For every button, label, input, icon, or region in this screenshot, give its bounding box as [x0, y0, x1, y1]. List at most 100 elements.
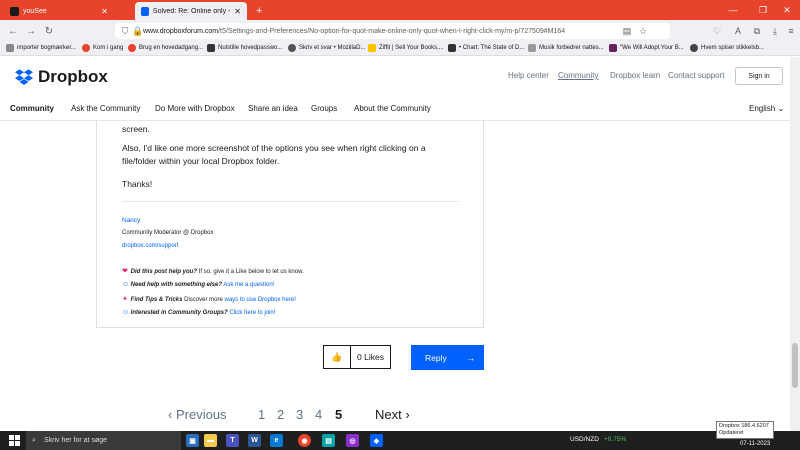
bookmark-star-icon[interactable]: ☆	[638, 26, 648, 36]
scrollbar-thumb[interactable]	[792, 343, 798, 388]
forward-icon[interactable]: →	[22, 26, 40, 37]
web-page: Dropbox Help center Community Dropbox le…	[0, 57, 790, 432]
nav-do-more[interactable]: Do More with Dropbox	[155, 104, 235, 113]
app-icon[interactable]: ◎	[346, 434, 359, 447]
page-4-link[interactable]: 4	[315, 407, 322, 422]
nav-community[interactable]: Community	[10, 104, 54, 113]
dropbox-taskbar-icon[interactable]: ◆	[370, 434, 383, 447]
lock-icon[interactable]: 🔒	[132, 26, 143, 36]
chevron-down-icon: ⌄	[777, 104, 785, 113]
next-page-button[interactable]: Next ›	[375, 407, 410, 422]
nav-about-community[interactable]: About the Community	[354, 104, 431, 113]
bookmark-item[interactable]: • Chart: The State of D...	[448, 44, 524, 52]
page-icon	[609, 44, 617, 52]
chart-icon	[448, 44, 456, 52]
tab-title: youSee	[23, 7, 47, 15]
nav-groups[interactable]: Groups	[311, 104, 337, 113]
tab-yousee[interactable]: youSee ✕	[4, 2, 114, 20]
bookmark-item[interactable]: "We Will Adopt Your B...	[609, 44, 684, 52]
downloads-icon[interactable]: ⤓	[770, 26, 780, 36]
account-icon[interactable]: A	[733, 26, 743, 36]
close-tab-icon[interactable]: ✕	[234, 7, 241, 16]
sign-in-button[interactable]: Sign in	[735, 67, 783, 85]
bookmark-item[interactable]: Musik forbedrer nattes...	[528, 44, 604, 52]
task-view-icon[interactable]: ▣	[186, 434, 199, 447]
join-groups-link[interactable]: Click here to join!	[229, 310, 275, 316]
shield-icon[interactable]: ⛉	[120, 26, 130, 36]
tab-dropbox-forum[interactable]: Solved: Re: Online only - where ✕	[135, 2, 247, 20]
brand-name: Dropbox	[38, 67, 108, 86]
new-tab-button[interactable]: +	[250, 2, 268, 20]
page-icon	[207, 44, 215, 52]
windows-start-icon[interactable]	[9, 435, 20, 446]
browser-tab-bar: youSee ✕ Solved: Re: Online only - where…	[0, 0, 800, 20]
teams-icon[interactable]: T	[226, 434, 239, 447]
chevron-right-icon: ›	[405, 407, 410, 422]
ziffit-icon	[368, 44, 376, 52]
bookmark-item[interactable]: Hvem spiser stikkelsb...	[690, 44, 764, 52]
heart-icon: ❤	[122, 268, 128, 275]
page-icon	[690, 44, 698, 52]
nav-share-an-idea[interactable]: Share an idea	[248, 104, 298, 113]
post-text-line: Also, I'd like one more screenshot of th…	[122, 143, 426, 153]
search-icon: ⌕	[32, 436, 36, 444]
page-5-current[interactable]: 5	[335, 407, 342, 422]
url-path: /t5/Settings-and-Preferences/No-option-f…	[218, 27, 566, 35]
app-icon[interactable]: ▤	[322, 434, 335, 447]
page-2-link[interactable]: 2	[277, 407, 284, 422]
dropbox-logo[interactable]: Dropbox	[15, 67, 108, 87]
bookmark-item[interactable]: Nulstille hovedpasswo...	[207, 44, 282, 52]
dropbox-logo-icon	[15, 69, 33, 85]
reload-icon[interactable]: ↻	[40, 26, 58, 37]
edge-icon[interactable]: e	[270, 434, 283, 447]
reader-view-icon[interactable]: ▤	[622, 26, 632, 36]
close-tab-icon[interactable]: ✕	[101, 7, 108, 16]
firefox-icon[interactable]: ◉	[298, 434, 311, 447]
back-icon[interactable]: ←	[4, 26, 22, 37]
signature-line: ☺ Need help with something else? Ask me …	[122, 281, 275, 288]
taskbar-search-input[interactable]: ⌕ Skriv her for at søge	[26, 431, 181, 450]
language-selector[interactable]: English ⌄	[749, 104, 784, 113]
tips-link[interactable]: ways to use Dropbox here!	[224, 297, 295, 303]
pin-icon: ✦	[122, 296, 128, 303]
help-icon: ☺	[122, 281, 130, 288]
contact-support-link[interactable]: Contact support	[668, 71, 724, 80]
bookmark-item[interactable]: Kom i gang	[82, 44, 123, 52]
signature-support-link[interactable]: dropbox.com/support	[122, 243, 178, 249]
file-explorer-icon[interactable]: ▬	[204, 434, 217, 447]
reply-button[interactable]: Reply →	[411, 345, 484, 370]
previous-page-button[interactable]: ‹ Previous	[168, 407, 227, 422]
thumbs-up-icon[interactable]: 👍	[324, 346, 351, 368]
bookmark-item[interactable]: Skriv et svar • MozillaD...	[288, 44, 365, 52]
group-icon: ☺	[122, 309, 130, 316]
page-1-link[interactable]: 1	[258, 407, 265, 422]
ticker-label: USD/NZD	[570, 436, 599, 443]
signature-divider	[122, 201, 459, 202]
mozilla-icon	[288, 44, 296, 52]
ticker-change: +0.75%	[604, 436, 627, 443]
pocket-icon[interactable]: ♡	[712, 26, 722, 36]
ask-question-link[interactable]: Ask me a question!	[223, 282, 274, 288]
menu-icon[interactable]: ≡	[786, 26, 796, 36]
like-control: 👍 0 Likes	[323, 345, 391, 369]
dropbox-tooltip: Dropbox 186.4.6207 Opdateret	[716, 421, 774, 439]
dropbox-learn-link[interactable]: Dropbox learn	[610, 71, 660, 80]
signature-line: ✦ Find Tips & Tricks Discover more ways …	[122, 296, 296, 303]
forum-post: screen. Also, I'd like one more screensh…	[96, 121, 484, 328]
bookmark-item[interactable]: Ziffit | Sell Your Books,...	[368, 44, 444, 52]
bookmark-item[interactable]: importer bogmærker...	[6, 44, 76, 52]
page-3-link[interactable]: 3	[296, 407, 303, 422]
signature-name[interactable]: Nancy	[122, 217, 140, 224]
bookmark-item[interactable]: Brug en hovedadgang...	[128, 44, 203, 52]
nav-ask-the-community[interactable]: Ask the Community	[71, 104, 140, 113]
address-bar[interactable]: www.dropboxforum.com/t5/Settings-and-Pre…	[115, 23, 670, 39]
post-text-line: screen.	[122, 124, 150, 134]
minimize-icon[interactable]: —	[718, 0, 748, 20]
help-center-link[interactable]: Help center	[508, 71, 549, 80]
community-link[interactable]: Community	[558, 71, 598, 80]
extensions-icon[interactable]: ⧉	[752, 26, 762, 36]
close-window-icon[interactable]: ✕	[772, 0, 800, 20]
community-nav: Community Ask the Community Do More with…	[0, 97, 790, 121]
signature-line: ☺ Interested in Community Groups? Click …	[122, 309, 276, 316]
word-icon[interactable]: W	[248, 434, 261, 447]
